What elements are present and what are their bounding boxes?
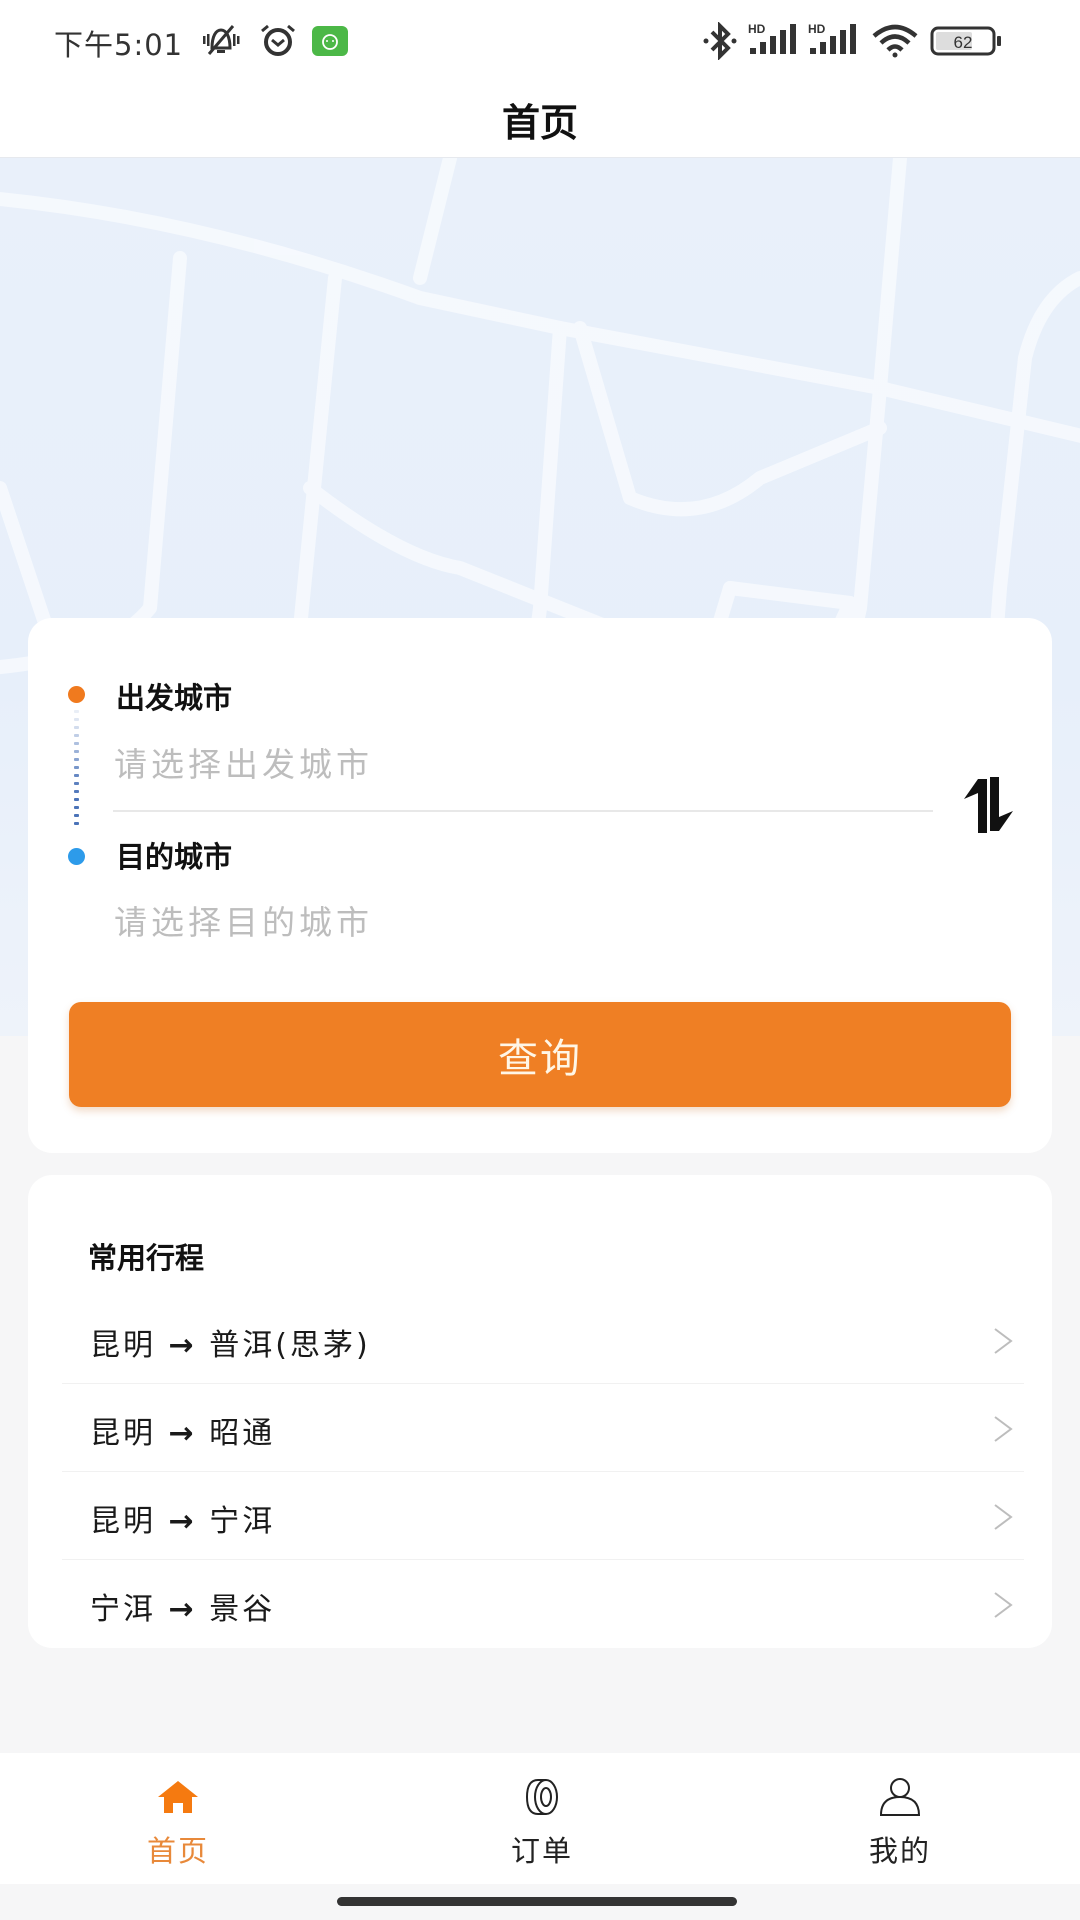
route-item[interactable]: 昆明 → 昭通 bbox=[62, 1384, 1024, 1472]
route-label: 昆明 → 宁洱 bbox=[90, 1504, 276, 1539]
status-time: 下午5:01 bbox=[54, 28, 184, 62]
origin-dot bbox=[68, 686, 85, 703]
bluetooth-icon bbox=[702, 21, 738, 64]
origin-city-input[interactable] bbox=[114, 734, 914, 794]
search-card: 出发城市 目的城市 查询 bbox=[28, 618, 1052, 1153]
gesture-navigation-bar[interactable] bbox=[337, 1897, 737, 1906]
nav-tab-orders[interactable]: 订单 bbox=[442, 1753, 642, 1884]
route-label: 昆明 → 昭通 bbox=[90, 1416, 276, 1451]
alarm-icon bbox=[258, 22, 298, 62]
nav-label: 我的 bbox=[868, 1834, 931, 1868]
order-ticket-icon bbox=[520, 1775, 564, 1819]
chevron-right-icon bbox=[992, 1326, 1014, 1360]
svg-text:HD: HD bbox=[808, 22, 826, 36]
home-icon bbox=[156, 1775, 200, 1819]
destination-dot bbox=[68, 848, 85, 865]
nav-label: 订单 bbox=[510, 1834, 573, 1868]
route-dotted-line bbox=[74, 710, 79, 838]
route-item[interactable]: 昆明 → 普洱(思茅) bbox=[62, 1296, 1024, 1384]
app-header: 首页 bbox=[0, 80, 1080, 158]
battery-icon: 62 bbox=[930, 26, 1002, 60]
search-button[interactable]: 查询 bbox=[69, 1002, 1011, 1107]
field-divider bbox=[113, 810, 933, 812]
route-item[interactable]: 宁洱 → 景谷 bbox=[62, 1560, 1024, 1648]
svg-text:62: 62 bbox=[954, 33, 973, 52]
chevron-right-icon bbox=[992, 1414, 1014, 1448]
hd-signal-icon: HD bbox=[748, 22, 800, 60]
destination-city-input[interactable] bbox=[114, 892, 914, 952]
svg-text:HD: HD bbox=[748, 22, 766, 36]
nav-tab-mine[interactable]: 我的 bbox=[800, 1753, 1000, 1884]
chevron-right-icon bbox=[992, 1590, 1014, 1624]
route-label: 宁洱 → 景谷 bbox=[90, 1592, 276, 1627]
app-notification-icon bbox=[312, 26, 348, 60]
frequent-routes-title: 常用行程 bbox=[88, 1241, 205, 1275]
swap-vertical-icon bbox=[956, 777, 1016, 841]
page-title: 首页 bbox=[501, 101, 578, 145]
route-item[interactable]: 昆明 → 宁洱 bbox=[62, 1472, 1024, 1560]
destination-label: 目的城市 bbox=[116, 840, 233, 874]
wifi-icon bbox=[870, 24, 920, 62]
bottom-nav: 首页 订单 我的 bbox=[0, 1753, 1080, 1884]
user-icon bbox=[878, 1775, 922, 1819]
status-bar: 下午5:01 HD HD 62 bbox=[0, 0, 1080, 80]
nav-label: 首页 bbox=[146, 1834, 209, 1868]
swap-cities-button[interactable] bbox=[956, 773, 1016, 837]
chevron-right-icon bbox=[992, 1502, 1014, 1536]
hd-signal-icon-2: HD bbox=[808, 22, 860, 60]
nav-tab-home[interactable]: 首页 bbox=[78, 1753, 278, 1884]
mute-vibrate-icon bbox=[200, 22, 242, 62]
route-label: 昆明 → 普洱(思茅) bbox=[90, 1328, 371, 1363]
frequent-routes-card: 常用行程 昆明 → 普洱(思茅) 昆明 → 昭通 昆明 → 宁洱 宁洱 → 景谷 bbox=[28, 1175, 1052, 1648]
origin-label: 出发城市 bbox=[116, 681, 233, 715]
